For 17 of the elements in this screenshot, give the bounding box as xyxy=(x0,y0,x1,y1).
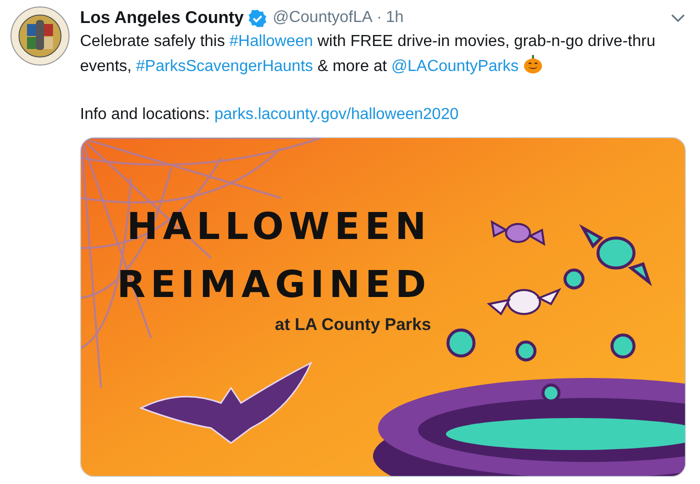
link[interactable]: #Halloween xyxy=(229,33,314,50)
chevron-down-icon[interactable] xyxy=(670,12,686,24)
subtitle-text: at LA County Parks xyxy=(274,314,432,336)
info-text: Info and locations: parks.lacounty.gov/halloween2020 xyxy=(80,105,460,125)
headline-text: REIMAGINED xyxy=(117,262,432,308)
link[interactable]: #ParksScavengerHaunts xyxy=(136,58,314,75)
timestamp[interactable]: 1h xyxy=(386,6,404,30)
pumpkin-icon xyxy=(522,54,543,74)
separator-dot: · xyxy=(376,8,382,28)
tweet-text: Celebrate safely this #Halloween with FREE drive-in movies, grab-n-go drive-thru events, #ParksScavengerHaunts & more at @LACountyParks xyxy=(80,32,656,77)
halloween-graphic[interactable]: HALLOWEEN REIMAGINED at LA County Parks xyxy=(80,137,686,477)
user-handle[interactable]: @CountyofLA xyxy=(272,6,373,30)
link[interactable]: @LACountyParks xyxy=(391,58,519,75)
headline-text: HALLOWEEN xyxy=(126,204,432,250)
link[interactable]: parks.lacounty.gov/halloween2020 xyxy=(214,106,459,123)
author-name[interactable]: Los Angeles County xyxy=(80,5,244,31)
seal-avatar[interactable] xyxy=(10,6,70,66)
